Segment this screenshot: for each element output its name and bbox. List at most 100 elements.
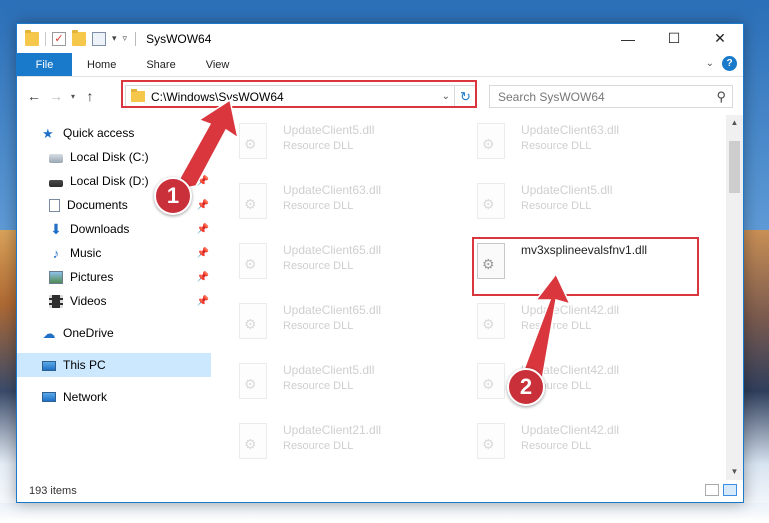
checkmark-icon[interactable]: ✓ (52, 31, 66, 46)
file-name: UpdateClient42.dll (521, 423, 620, 437)
file-name: UpdateClient65.dll (283, 243, 382, 257)
title-bar: ✓ ▾ ▿ SysWOW64 — ☐ ✕ (17, 24, 743, 53)
file-item[interactable]: UpdateClient42.dll Resource DLL (477, 295, 697, 351)
new-folder-icon[interactable] (72, 29, 86, 46)
file-item[interactable]: UpdateClient5.dll Resource DLL (239, 115, 459, 171)
file-name: UpdateClient5.dll (283, 363, 375, 377)
drive-icon (49, 179, 63, 187)
nav-quick-access[interactable]: ★ Quick access (17, 121, 211, 145)
pin-icon[interactable]: 📌 (197, 272, 209, 283)
dll-file-icon (239, 303, 267, 339)
back-arrow-icon[interactable]: ← (23, 88, 45, 104)
nav-label: Downloads (70, 222, 130, 236)
desktop-background-bottom (0, 503, 769, 523)
file-type: Resource DLL (283, 380, 354, 392)
pin-icon[interactable]: 📌 (197, 296, 209, 307)
scroll-thumb[interactable] (729, 141, 740, 193)
window-title: SysWOW64 (146, 31, 212, 46)
folder-icon[interactable] (25, 29, 39, 46)
tab-file[interactable]: File (17, 53, 72, 76)
nav-downloads[interactable]: ⬇ Downloads 📌 (17, 217, 211, 241)
status-bar: 193 items (17, 480, 743, 502)
expand-ribbon-icon[interactable]: ⌄ (706, 58, 714, 69)
pin-icon[interactable]: 📌 (197, 176, 209, 187)
tab-home[interactable]: Home (72, 53, 131, 76)
chevron-down-icon[interactable]: ▾ (112, 33, 117, 44)
vertical-scrollbar[interactable]: ▲ ▼ (726, 115, 743, 480)
file-type: Resource DLL (521, 200, 592, 212)
tiles-view-icon[interactable] (723, 484, 737, 496)
file-item[interactable]: UpdateClient65.dll Resource DLL (239, 235, 459, 291)
dll-file-icon (477, 423, 505, 459)
recent-locations-icon[interactable]: ▾ (67, 92, 79, 101)
file-type: Resource DLL (283, 440, 354, 452)
pin-icon[interactable]: 📌 (197, 200, 209, 211)
forward-arrow-icon[interactable]: → (45, 88, 67, 104)
file-item[interactable]: UpdateClient5.dll Resource DLL (477, 175, 697, 231)
content-area: ★ Quick access Local Disk (C:) 📌 Local D… (17, 115, 743, 480)
search-input[interactable]: Search SysWOW64 ⚲ (489, 85, 733, 108)
nav-label: Music (70, 246, 102, 260)
nav-label: This PC (63, 358, 106, 372)
dll-file-icon (239, 123, 267, 159)
file-type: Resource DLL (521, 140, 592, 152)
address-bar-highlight (121, 80, 477, 108)
pictures-icon (49, 270, 63, 284)
nav-onedrive[interactable]: ☁ OneDrive (17, 321, 211, 345)
details-view-icon[interactable] (705, 484, 719, 496)
scroll-down-icon[interactable]: ▼ (726, 464, 743, 480)
file-type: Resource DLL (283, 320, 354, 332)
properties-icon[interactable] (92, 31, 106, 46)
tab-view[interactable]: View (191, 53, 245, 76)
nav-label: Pictures (70, 270, 114, 284)
nav-pictures[interactable]: Pictures 📌 (17, 265, 211, 289)
file-item[interactable]: UpdateClient21.dll Resource DLL (239, 415, 459, 471)
nav-videos[interactable]: Videos 📌 (17, 289, 211, 313)
file-type: Resource DLL (521, 320, 592, 332)
nav-this-pc[interactable]: This PC (17, 353, 211, 377)
pin-icon[interactable]: 📌 (197, 152, 209, 163)
file-type: Resource DLL (283, 260, 354, 272)
download-icon: ⬇ (50, 220, 62, 237)
scroll-up-icon[interactable]: ▲ (726, 115, 743, 131)
file-item[interactable]: UpdateClient5.dll Resource DLL (239, 355, 459, 411)
nav-label: Network (63, 390, 108, 404)
item-count: 193 items (29, 485, 77, 497)
file-type: Resource DLL (283, 200, 354, 212)
dll-file-icon (239, 183, 267, 219)
search-icon[interactable]: ⚲ (716, 89, 726, 105)
nav-music[interactable]: ♪ Music 📌 (17, 241, 211, 265)
file-item[interactable]: UpdateClient63.dll Resource DLL (477, 115, 697, 171)
file-name: UpdateClient21.dll (283, 423, 382, 437)
dll-file-icon (239, 423, 267, 459)
file-item[interactable]: UpdateClient63.dll Resource DLL (239, 175, 459, 231)
toolbar-divider (45, 31, 46, 46)
nav-label: Documents (67, 198, 128, 212)
step-1-badge: 1 (154, 177, 192, 215)
star-icon: ★ (42, 125, 54, 141)
file-highlight (472, 237, 699, 296)
cloud-icon: ☁ (42, 325, 56, 341)
up-arrow-icon[interactable]: ↑ (79, 88, 101, 104)
close-button[interactable]: ✕ (697, 24, 743, 53)
nav-local-disk-c[interactable]: Local Disk (C:) 📌 (17, 145, 211, 169)
maximize-button[interactable]: ☐ (651, 24, 697, 53)
file-name: UpdateClient42.dll (521, 303, 620, 317)
file-item[interactable]: UpdateClient42.dll Resource DLL (477, 415, 697, 471)
network-icon (42, 392, 56, 402)
ribbon-tabs: File Home Share View ⌄ ? (17, 53, 743, 77)
nav-network[interactable]: Network (17, 385, 211, 409)
dll-file-icon (477, 123, 505, 159)
help-icon[interactable]: ? (722, 56, 737, 71)
pin-icon[interactable]: 📌 (197, 248, 209, 259)
customize-toolbar-icon[interactable]: ▿ (123, 33, 128, 44)
minimize-button[interactable]: — (605, 24, 651, 53)
pin-icon[interactable]: 📌 (197, 224, 209, 235)
drive-icon (49, 154, 63, 163)
step-2-badge: 2 (507, 368, 545, 406)
dll-file-icon (477, 303, 505, 339)
file-item[interactable]: UpdateClient65.dll Resource DLL (239, 295, 459, 351)
tab-share[interactable]: Share (131, 53, 190, 76)
